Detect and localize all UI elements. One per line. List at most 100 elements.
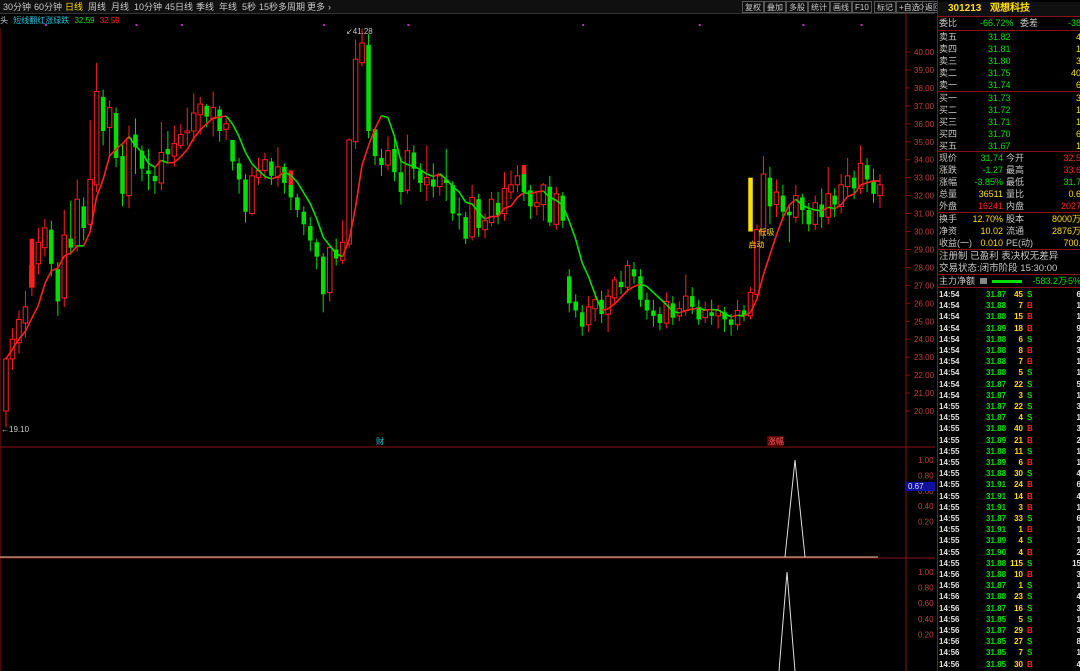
tick-time: 14:55 <box>939 525 960 535</box>
sub2-tick: 1.00 <box>918 568 934 577</box>
tick-volume: 16 <box>1014 603 1023 613</box>
tick-price: 31.88 <box>986 368 1007 378</box>
candle <box>521 170 527 201</box>
tick-price: 31.88 <box>986 570 1007 579</box>
ma-segment <box>458 191 467 203</box>
flow-value: -583.2万 <box>1032 276 1067 286</box>
sub1-tick: 0.40 <box>918 502 934 511</box>
ma-segment <box>102 155 111 180</box>
candle <box>152 166 158 194</box>
candle <box>514 165 521 193</box>
ask-volume: 4 <box>1076 32 1080 43</box>
candle-body <box>611 279 618 299</box>
tick-price: 31.87 <box>986 581 1007 591</box>
candle-body <box>825 193 831 218</box>
candle <box>243 174 248 223</box>
tick-price: 31.88 <box>986 558 1007 568</box>
ytick-label: 38.00 <box>914 84 935 93</box>
tick-side: B <box>1027 480 1033 490</box>
tick-row: 14:55 31.91 24 B 6 <box>938 479 1080 490</box>
candle-body <box>210 107 216 119</box>
flow-label: 主力净额 <box>939 276 976 286</box>
ma-segment <box>574 239 583 264</box>
stat-value: -1.27 <box>982 165 1003 175</box>
tick-side: S <box>1027 334 1033 344</box>
candle-body <box>68 238 74 248</box>
candle <box>566 269 572 313</box>
candle <box>100 89 106 146</box>
tick-time: 14:54 <box>939 323 960 333</box>
stock-code: 301213 <box>948 3 982 14</box>
candle <box>210 91 216 137</box>
candle <box>456 197 462 230</box>
tick-row: 14:54 31.88 7B 1 <box>938 300 1080 311</box>
tick-side: B <box>1027 491 1033 501</box>
candle-body <box>787 211 792 216</box>
tick-row: 14:54 31.88 5S 1 <box>938 367 1080 378</box>
tick-side: B <box>1027 357 1033 367</box>
candle <box>553 186 560 230</box>
tick-row: 14:54 31.89 18 B 9 <box>938 323 1080 334</box>
ytick-label: 20.00 <box>914 407 935 416</box>
tick-count: 2 <box>1077 547 1080 558</box>
candle-body <box>87 178 93 225</box>
sub1-spike <box>784 459 806 558</box>
stat-row: 涨幅 -3.85% 最低 31.7 <box>938 177 1080 188</box>
candle <box>631 262 637 284</box>
event-dot <box>582 24 585 26</box>
ytick-label: 35.00 <box>914 138 935 147</box>
tick-count: 1 <box>1077 300 1080 311</box>
bid-label: 买四 <box>939 129 958 139</box>
tick-count: 1 <box>1077 446 1080 457</box>
candle <box>55 262 61 316</box>
candle <box>379 148 384 176</box>
ma-segment <box>167 161 175 164</box>
tick-count: 3 <box>1077 625 1080 636</box>
candle-body <box>204 105 209 117</box>
stat-label: 涨跌 <box>939 165 958 175</box>
candle <box>547 175 553 227</box>
candle <box>190 93 197 142</box>
ytick-label: 34.00 <box>914 156 935 165</box>
ma-segment <box>536 190 544 193</box>
tick-side: S <box>1027 368 1033 378</box>
candle-body <box>366 44 371 131</box>
tick-row: 14:55 31.88115 S 15 <box>938 558 1080 569</box>
candle-body <box>793 195 799 218</box>
panel-divider <box>938 287 1080 288</box>
stat-label: 总量 <box>939 189 958 199</box>
tick-row: 14:55 31.88 30 S 4 <box>938 468 1080 479</box>
tick-count: 6 <box>1077 479 1080 490</box>
panel-divider <box>938 151 1080 152</box>
tick-count: 1 <box>1077 614 1080 625</box>
kline-chart[interactable]: 40.00 39.00 38.00 37.00 36.00 35.00 34.00 33.00… <box>0 0 935 671</box>
tick-row: 14:5531.911B1 <box>938 524 1080 535</box>
bid-row: 买二 31.72 1 <box>938 105 1080 116</box>
candle <box>3 357 9 428</box>
tick-side: S <box>1027 637 1033 647</box>
tick-row: 14:55 31.89 6B 1 <box>938 457 1080 468</box>
stat-value: 2027 <box>1060 201 1080 211</box>
tick-count: 1 <box>1077 356 1080 367</box>
tick-count: 1 <box>1077 367 1080 378</box>
candle <box>676 301 683 322</box>
ma-segment <box>775 217 784 236</box>
tick-time: 14:56 <box>939 581 960 591</box>
stat2-value: 8000万 <box>1051 214 1080 224</box>
tick-count: 3 <box>1077 569 1080 580</box>
candle <box>223 118 229 140</box>
ma-segment <box>381 114 389 119</box>
flow-menu-icon[interactable] <box>980 278 987 284</box>
ma-segment <box>244 152 253 165</box>
ask-volume: 40 <box>1070 68 1080 78</box>
tick-side: B <box>1027 502 1033 512</box>
stock-title[interactable]: 301213 观想科技 <box>938 2 1080 16</box>
tick-price: 31.89 <box>986 435 1007 445</box>
tick-volume: 5 <box>1018 368 1023 378</box>
tick-count: 1 <box>1077 647 1080 658</box>
candle <box>573 294 578 318</box>
bid-label: 买一 <box>939 93 958 103</box>
candle-body <box>301 211 307 225</box>
tick-time: 14:55 <box>939 435 960 445</box>
tick-time: 14:56 <box>939 603 960 613</box>
